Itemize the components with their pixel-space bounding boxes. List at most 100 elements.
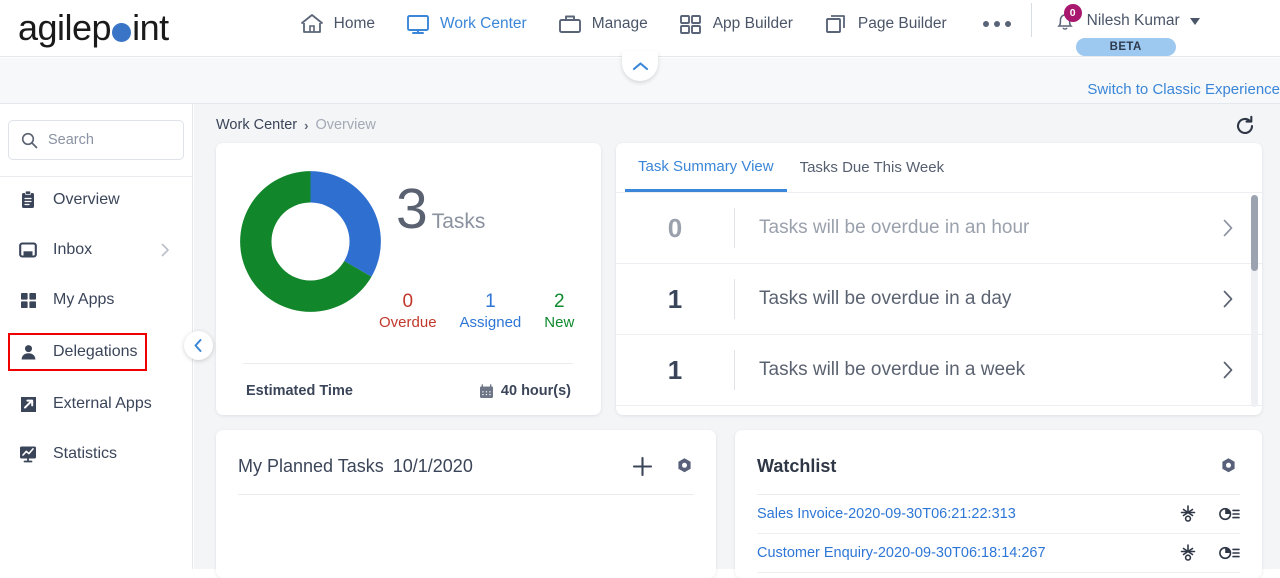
person-icon — [17, 341, 39, 363]
main-content: Work Center › Overview 3 Tasks 0 Overdue… — [194, 104, 1280, 578]
legend-new[interactable]: 2 New — [544, 291, 574, 332]
breadcrumb-current: Overview — [315, 117, 376, 133]
notification-count-badge: 0 — [1063, 4, 1082, 22]
sidebar-item-external-apps[interactable]: External Apps — [0, 387, 192, 421]
chevron-right-icon — [161, 243, 170, 257]
logo-text-part1: agilep — [18, 7, 112, 48]
search-icon — [21, 132, 38, 149]
sidebar-divider — [0, 176, 193, 177]
external-link-icon — [17, 393, 39, 415]
nav-label-app-builder: App Builder — [712, 15, 793, 32]
user-zone: 0 Nilesh Kumar BETA — [1052, 4, 1200, 56]
planned-tasks-date: 10/1/2020 — [392, 456, 473, 476]
search-input[interactable] — [48, 132, 168, 148]
calendar-icon — [479, 383, 494, 399]
plus-icon[interactable] — [632, 456, 653, 477]
scrollbar-thumb[interactable] — [1251, 195, 1258, 271]
legend-overdue-value: 0 — [402, 291, 414, 312]
planned-tasks-title: My Planned Tasks — [238, 456, 384, 476]
task-summary-panel: Task Summary View Tasks Due This Week 0 … — [616, 143, 1262, 415]
collapse-sidebar-button[interactable] — [184, 331, 213, 360]
chevron-right-icon[interactable] — [1222, 289, 1234, 309]
summary-row-hour[interactable]: 0 Tasks will be overdue in an hour — [616, 193, 1262, 264]
row-divider — [734, 208, 735, 248]
watchlist-card: Watchlist Sales Invoice-2020-09-30T06:21… — [735, 430, 1262, 578]
summary-label-week: Tasks will be overdue in a week — [759, 359, 1026, 380]
sidebar-nav-list: Overview Inbox My Apps Delegations Exter… — [0, 183, 192, 471]
sidebar-item-statistics[interactable]: Statistics — [0, 437, 192, 471]
agilepoint-logo[interactable]: agilep int — [18, 7, 169, 49]
chevron-left-icon — [194, 339, 202, 352]
summary-row-week[interactable]: 1 Tasks will be overdue in a week — [616, 335, 1262, 406]
planned-tasks-actions — [632, 456, 694, 477]
logo-text-part2: int — [132, 7, 169, 48]
watchlist-item-link[interactable]: Customer Enquiry-2020-09-30T06:18:14:267 — [757, 545, 1179, 561]
sidebar-item-inbox[interactable]: Inbox — [0, 233, 192, 267]
user-name-label: Nilesh Kumar — [1086, 12, 1180, 29]
tab-tasks-due-this-week[interactable]: Tasks Due This Week — [787, 143, 958, 192]
tab-task-summary-view[interactable]: Task Summary View — [625, 143, 787, 192]
inbox-icon — [17, 239, 39, 261]
legend-assigned-label: Assigned — [459, 313, 522, 331]
process-icon[interactable] — [1179, 505, 1197, 523]
watchlist-item-link[interactable]: Sales Invoice-2020-09-30T06:21:22:313 — [757, 506, 1179, 522]
sidebar-label-overview: Overview — [53, 191, 120, 208]
summary-count-week: 1 — [667, 354, 683, 385]
nav-item-page-builder[interactable]: Page Builder — [823, 12, 947, 36]
total-tasks-display: 3 Tasks — [396, 181, 485, 238]
tasks-donut-chart[interactable] — [234, 165, 387, 318]
sidebar-label-external-apps: External Apps — [53, 395, 152, 412]
total-tasks-label: Tasks — [431, 210, 486, 233]
monitor-icon — [405, 12, 431, 36]
nav-item-home[interactable]: Home — [299, 12, 375, 36]
planned-tasks-divider — [238, 494, 694, 495]
watchlist-title: Watchlist — [757, 456, 837, 476]
gear-icon[interactable] — [675, 457, 694, 476]
nav-label-work-center: Work Center — [439, 15, 527, 32]
summary-tabs: Task Summary View Tasks Due This Week — [616, 143, 1262, 193]
watchlist-row-actions — [1179, 544, 1240, 562]
notifications-bell-icon[interactable]: 0 — [1052, 4, 1082, 34]
breadcrumb-root[interactable]: Work Center — [216, 117, 297, 133]
summary-scrollbar[interactable] — [1251, 195, 1258, 407]
sidebar-item-my-apps[interactable]: My Apps — [0, 283, 192, 317]
chevron-up-icon — [632, 61, 648, 70]
process-icon[interactable] — [1179, 544, 1197, 562]
estimated-time-divider — [243, 363, 573, 364]
estimated-time-value-wrap: 40 hour(s) — [479, 383, 571, 399]
apps-grid-icon — [17, 289, 39, 311]
nav-item-manage[interactable]: Manage — [557, 12, 648, 36]
nav-label-page-builder: Page Builder — [857, 15, 947, 32]
legend-overdue[interactable]: 0 Overdue — [379, 291, 437, 332]
legend-new-label: New — [544, 313, 575, 331]
nav-item-app-builder[interactable]: App Builder — [678, 12, 793, 36]
breadcrumb: Work Center › Overview — [194, 104, 1280, 133]
history-icon[interactable] — [1219, 545, 1240, 561]
estimated-time-row: Estimated Time 40 hour(s) — [246, 383, 571, 399]
summary-label-hour: Tasks will be overdue in an hour — [759, 217, 1030, 238]
sidebar-item-overview[interactable]: Overview — [0, 183, 192, 217]
summary-row-day[interactable]: 1 Tasks will be overdue in a day — [616, 264, 1262, 335]
search-box[interactable] — [8, 120, 184, 160]
chevron-right-icon[interactable] — [1222, 360, 1234, 380]
history-icon[interactable] — [1219, 506, 1240, 522]
watchlist-row[interactable]: Sales Invoice-2020-09-30T06:21:22:313 — [757, 495, 1240, 534]
estimated-time-label: Estimated Time — [246, 383, 353, 399]
chevron-right-icon[interactable] — [1222, 218, 1234, 238]
switch-to-classic-experience-link[interactable]: Switch to Classic Experience — [1087, 81, 1280, 98]
clipboard-icon — [17, 189, 39, 211]
sidebar: Overview Inbox My Apps Delegations — [0, 104, 193, 569]
nav-item-work-center[interactable]: Work Center — [405, 12, 527, 36]
gear-icon[interactable] — [1219, 457, 1238, 476]
summary-count-day: 1 — [667, 283, 683, 314]
nav-divider — [1030, 3, 1032, 37]
sidebar-label-my-apps: My Apps — [53, 291, 115, 308]
row-divider — [734, 350, 735, 390]
more-options-icon[interactable] — [982, 21, 1011, 27]
refresh-button[interactable] — [1234, 115, 1256, 137]
beta-badge: BETA — [1075, 38, 1176, 56]
sidebar-item-delegations[interactable]: Delegations — [8, 333, 147, 371]
watchlist-row[interactable]: Customer Enquiry-2020-09-30T06:18:14:267 — [757, 534, 1240, 573]
user-menu[interactable]: 0 Nilesh Kumar — [1052, 4, 1200, 34]
legend-assigned[interactable]: 1 Assigned — [460, 291, 522, 332]
